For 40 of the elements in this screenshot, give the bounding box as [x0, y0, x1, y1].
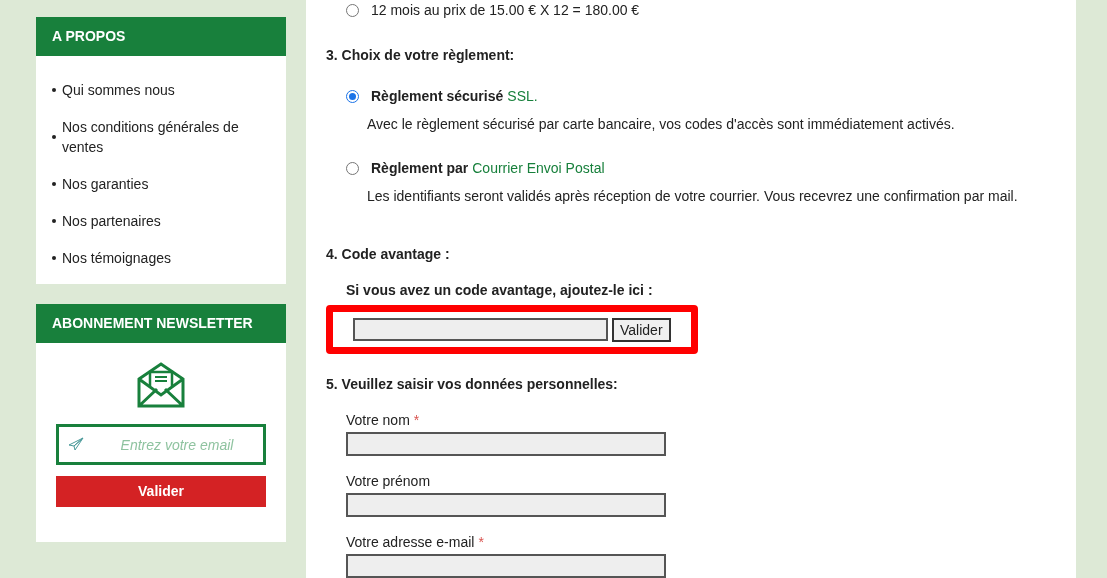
text-field[interactable]: [346, 554, 666, 578]
option-description: Avec le règlement sécurisé par carte bancaire, vos codes d'accès sont immédiatement activés.: [367, 115, 956, 134]
radio-button[interactable]: [346, 162, 359, 175]
section-heading: 3. Choix de votre règlement:: [326, 46, 516, 65]
sidebar-link[interactable]: Nos conditions générales de ventes: [62, 117, 270, 157]
required-mark: *: [478, 533, 484, 551]
option-title: Règlement sécurisé: [371, 87, 504, 106]
text-field[interactable]: [346, 432, 666, 456]
sidebar-link[interactable]: Nos partenaires: [62, 211, 161, 231]
option-title: Règlement par: [371, 159, 469, 178]
bullet-icon: [52, 135, 56, 139]
sidebar-link[interactable]: Nos garanties: [62, 174, 149, 194]
envelope-icon: [137, 362, 185, 408]
bullet-icon: [52, 88, 56, 92]
option-label: 12 mois au prix de 15.00 € X 12 = 180.00 €: [371, 1, 640, 20]
bullet-icon: [52, 256, 56, 260]
sidebar-link[interactable]: Qui sommes nous: [62, 80, 175, 100]
field-label: Votre adresse e-mail: [346, 533, 475, 551]
promo-code-field[interactable]: [353, 318, 608, 341]
paper-plane-icon: [68, 437, 84, 451]
text-field[interactable]: [346, 493, 666, 517]
radio-button[interactable]: [346, 4, 359, 17]
bullet-icon: [52, 219, 56, 223]
sidebar-link[interactable]: Nos témoignages: [62, 248, 171, 268]
field-label: Votre prénom: [346, 472, 431, 490]
validate-button[interactable]: Valider: [612, 317, 671, 342]
required-mark: *: [413, 411, 420, 429]
card-header: A PROPOS: [36, 17, 286, 56]
bullet-icon: [52, 182, 56, 186]
option-link[interactable]: SSL.: [507, 86, 538, 107]
email-field[interactable]: Entrez votre email: [56, 424, 266, 465]
card-header: ABONNEMENT NEWSLETTER: [36, 304, 286, 343]
section-heading: 5. Veuillez saisir vos données personnelles:: [326, 375, 619, 394]
subscribe-button[interactable]: Valider: [56, 476, 266, 507]
promo-prompt: Si vous avez un code avantage, ajoutez-le ici :: [346, 281, 654, 300]
section-heading: 4. Code avantage :: [326, 245, 451, 264]
option-description: Les identifiants seront validés après réception de votre courrier. Vous recevrez une confirmation par mail.: [367, 187, 1019, 206]
field-label: Votre nom: [346, 411, 410, 429]
radio-button[interactable]: [346, 90, 359, 103]
option-link[interactable]: Courrier Envoi Postal: [472, 158, 605, 179]
